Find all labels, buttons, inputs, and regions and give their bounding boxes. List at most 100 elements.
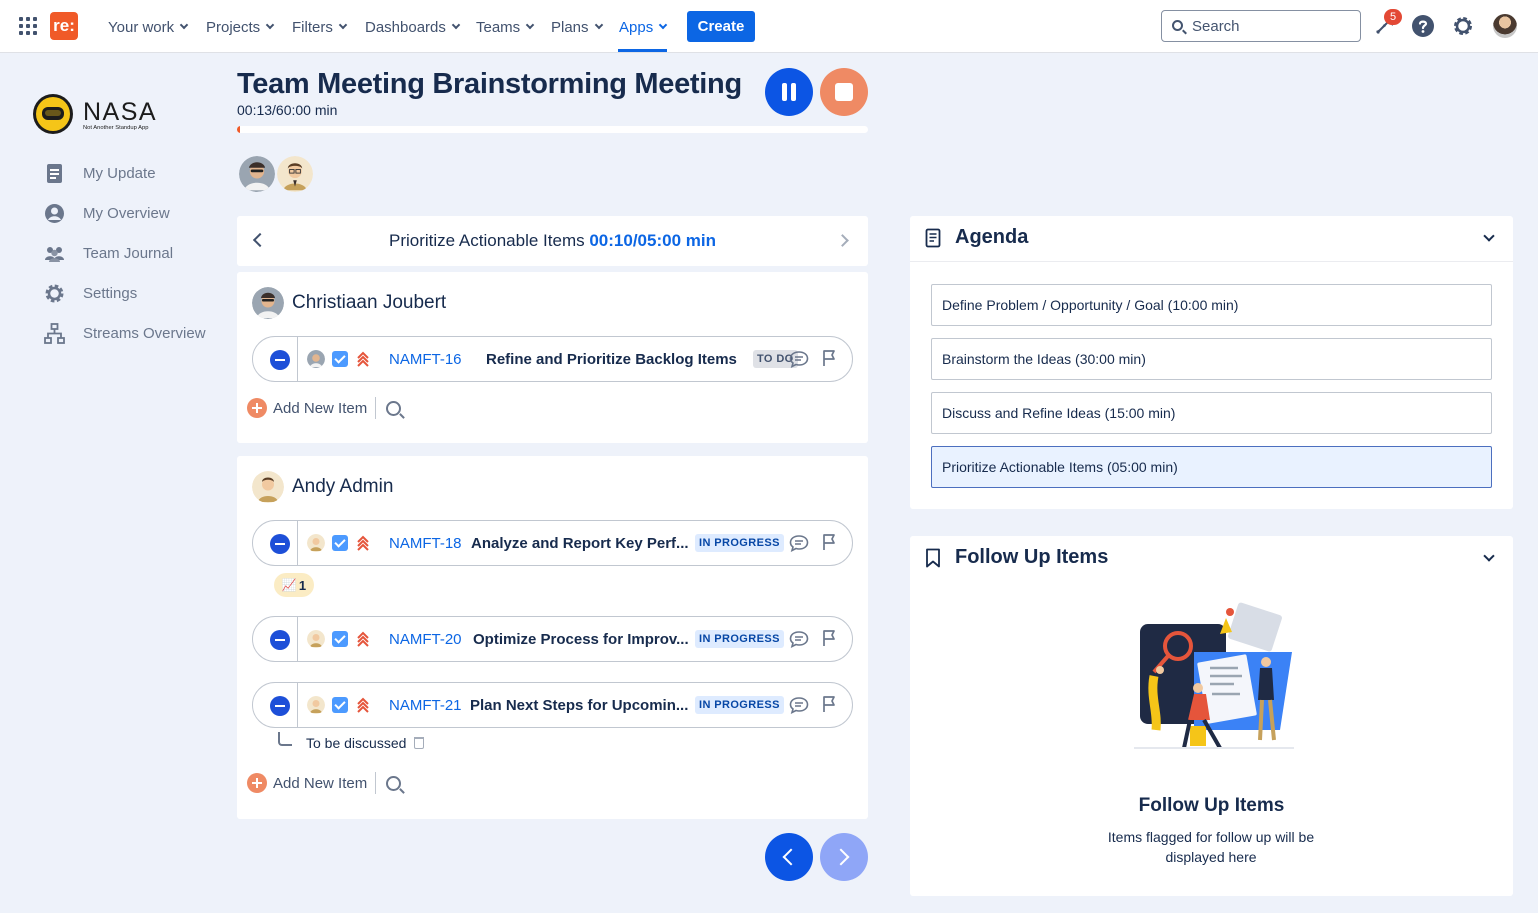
agenda-document-icon	[925, 228, 941, 248]
sidebar-item-streams-overview[interactable]: Streams Overview	[44, 322, 206, 344]
help-icon[interactable]	[1411, 14, 1435, 38]
nav-label: Teams	[476, 18, 521, 36]
meeting-progress-fill	[237, 126, 240, 133]
issue-key[interactable]: NAMFT-21	[389, 697, 462, 714]
agenda-item[interactable]: Brainstorm the Ideas (30:00 min)	[931, 338, 1492, 380]
nav-your-work[interactable]: Your work	[108, 16, 189, 38]
issue-summary[interactable]: Optimize Process for Improv...	[473, 631, 689, 648]
comment-icon[interactable]	[789, 696, 809, 714]
flag-icon[interactable]	[821, 629, 837, 647]
nav-dashboards[interactable]: Dashboards	[365, 16, 461, 38]
empty-state-illustration	[1134, 602, 1294, 749]
pause-meeting-button[interactable]	[765, 68, 813, 116]
add-new-item[interactable]: Add New Item	[247, 772, 402, 794]
active-nav-indicator	[618, 49, 667, 52]
nav-plans[interactable]: Plans	[551, 16, 603, 38]
profile-avatar[interactable]	[1493, 14, 1517, 38]
user-circle-icon	[45, 203, 64, 223]
reaction-chip[interactable]: 📈 1	[274, 573, 314, 597]
status-badge[interactable]: IN PROGRESS	[695, 696, 784, 714]
chevron-down-icon[interactable]	[1483, 230, 1495, 242]
app-grid-icon[interactable]	[19, 17, 37, 35]
chevron-down-icon	[658, 20, 668, 30]
agenda-item-current[interactable]: Prioritize Actionable Items (05:00 min)	[931, 446, 1492, 488]
issue-summary[interactable]: Refine and Prioritize Backlog Items	[486, 351, 737, 368]
follow-up-title: Follow Up Items	[955, 546, 1109, 568]
chevron-down-icon[interactable]	[1483, 550, 1495, 562]
nav-projects[interactable]: Projects	[206, 16, 275, 38]
trash-icon[interactable]	[414, 737, 425, 749]
priority-highest-icon	[357, 697, 369, 713]
settings-icon[interactable]	[1451, 14, 1475, 38]
sidebar-item-my-overview[interactable]: My Overview	[44, 202, 170, 224]
person-name: Andy Admin	[292, 476, 394, 497]
flag-icon[interactable]	[821, 695, 837, 713]
issue-key[interactable]: NAMFT-16	[389, 351, 462, 368]
sidebar-item-label: My Update	[83, 164, 156, 182]
app-logo[interactable]: re:	[50, 12, 78, 40]
empty-state-title: Follow Up Items	[1138, 795, 1285, 816]
remove-issue-icon[interactable]	[270, 350, 290, 370]
add-icon[interactable]	[247, 773, 267, 793]
remove-issue-icon[interactable]	[270, 696, 290, 716]
reaction-count: 1	[298, 577, 307, 593]
search-box[interactable]	[1161, 10, 1361, 42]
search-issue-icon[interactable]	[386, 400, 402, 416]
nav-filters[interactable]: Filters	[292, 16, 348, 38]
issue-summary[interactable]: Analyze and Report Key Perf...	[471, 535, 689, 552]
note-text[interactable]: To be discussed	[306, 735, 406, 751]
comment-icon[interactable]	[789, 534, 809, 552]
sidebar-item-settings[interactable]: Settings	[44, 282, 137, 304]
assignee-avatar	[307, 350, 325, 368]
sidebar-item-label: Team Journal	[83, 244, 174, 262]
sidebar-item-team-journal[interactable]: Team Journal	[44, 242, 173, 264]
issue-row[interactable]: NAMFT-21 Plan Next Steps for Upcomin... …	[252, 682, 853, 728]
issue-summary[interactable]: Plan Next Steps for Upcomin...	[470, 697, 688, 714]
issue-row[interactable]: NAMFT-20 Optimize Process for Improv... …	[252, 616, 853, 662]
flag-icon[interactable]	[821, 533, 837, 551]
flag-icon[interactable]	[821, 349, 837, 367]
agenda-item[interactable]: Define Problem / Opportunity / Goal (10:…	[931, 284, 1492, 326]
meeting-progress-bar	[237, 126, 868, 133]
remove-issue-icon[interactable]	[270, 630, 290, 650]
previous-person-button[interactable]	[765, 833, 813, 881]
comment-icon[interactable]	[789, 630, 809, 648]
stop-meeting-button[interactable]	[820, 68, 868, 116]
chevron-down-icon	[338, 20, 348, 30]
hierarchy-icon	[44, 322, 65, 344]
chart-increasing-icon: 📈	[281, 578, 297, 592]
nav-teams[interactable]: Teams	[476, 16, 535, 38]
divider	[297, 337, 298, 381]
issue-row[interactable]: NAMFT-16 Refine and Prioritize Backlog I…	[252, 336, 853, 382]
sidebar-item-label: My Overview	[83, 204, 170, 222]
nav-label: Dashboards	[365, 18, 446, 36]
assignee-avatar	[307, 696, 325, 714]
agenda-header[interactable]: Agenda	[910, 216, 1513, 262]
meeting-title: Team Meeting Brainstorming Meeting	[237, 68, 742, 100]
search-input[interactable]	[1192, 15, 1352, 37]
issue-key[interactable]: NAMFT-20	[389, 631, 462, 648]
issue-key[interactable]: NAMFT-18	[389, 535, 462, 552]
status-badge[interactable]: IN PROGRESS	[695, 534, 784, 552]
add-icon[interactable]	[247, 398, 267, 418]
add-new-item-label[interactable]: Add New Item	[273, 775, 367, 792]
comment-icon[interactable]	[789, 350, 809, 368]
remove-issue-icon[interactable]	[270, 534, 290, 554]
add-new-item-label[interactable]: Add New Item	[273, 400, 367, 417]
search-issue-icon[interactable]	[386, 775, 402, 791]
sidebar-item-my-update[interactable]: My Update	[44, 162, 156, 184]
assignee-avatar	[307, 630, 325, 648]
person-section-andy: Andy Admin NAMFT-18 Analyze and Report K…	[237, 456, 868, 819]
agenda-item[interactable]: Discuss and Refine Ideas (15:00 min)	[931, 392, 1492, 434]
status-badge[interactable]: IN PROGRESS	[695, 630, 784, 648]
participant-avatar-christiaan[interactable]	[237, 154, 277, 194]
next-person-button[interactable]	[820, 833, 868, 881]
add-new-item[interactable]: Add New Item	[247, 397, 402, 419]
nav-label: Plans	[551, 18, 589, 36]
reply-arrow-icon	[278, 732, 292, 746]
nav-apps[interactable]: Apps	[619, 16, 668, 38]
issue-row[interactable]: NAMFT-18 Analyze and Report Key Perf... …	[252, 520, 853, 566]
follow-up-header[interactable]: Follow Up Items	[910, 536, 1513, 582]
participant-avatar-andy[interactable]	[275, 154, 315, 194]
create-button[interactable]: Create	[687, 11, 755, 42]
